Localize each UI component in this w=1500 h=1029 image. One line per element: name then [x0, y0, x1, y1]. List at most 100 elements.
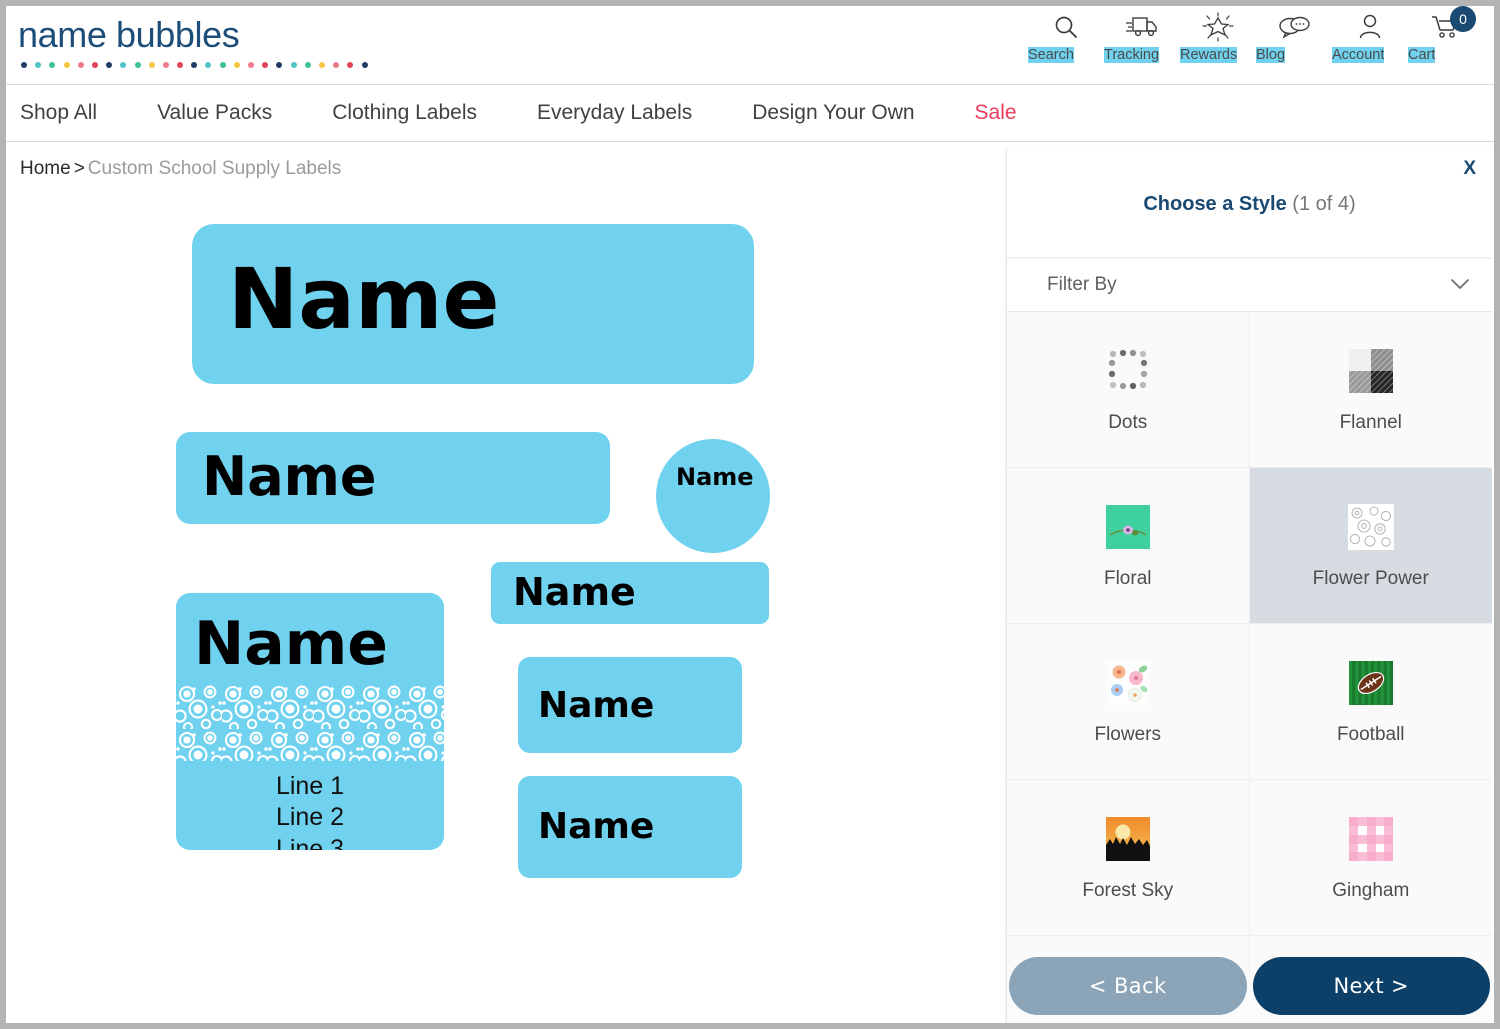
label-preview-1: Name	[192, 224, 754, 384]
logo-dot	[21, 62, 27, 68]
filter-by-dropdown[interactable]: Filter By	[1007, 258, 1492, 312]
flowers-thumb	[1103, 658, 1153, 708]
style-cell-dots[interactable]: Dots	[1007, 312, 1250, 468]
style-chooser-panel: X Choose a Style (1 of 4) Filter By Dots…	[1006, 148, 1492, 1023]
style-name-label: Flowers	[1094, 723, 1161, 745]
label-preview-area: Name Name Name Name Name Line 1 Line 2 L…	[6, 196, 996, 986]
label-name-text: Name	[538, 806, 655, 847]
flannel-thumb	[1346, 346, 1396, 396]
search-icon	[1028, 10, 1104, 44]
style-cell-football[interactable]: Football	[1249, 624, 1492, 780]
star-burst-icon	[1180, 10, 1256, 44]
nav-item-clothing-labels[interactable]: Clothing Labels	[332, 101, 477, 125]
close-icon[interactable]: X	[1463, 158, 1476, 180]
logo-dot	[318, 62, 325, 68]
header-rewards[interactable]: Rewards	[1180, 10, 1256, 63]
logo-dot	[233, 62, 240, 68]
logo-dot	[120, 62, 127, 68]
brand-logo-text: name bubbles	[18, 14, 240, 55]
header-blog[interactable]: Blog	[1256, 10, 1332, 63]
nav-item-sale[interactable]: Sale	[975, 101, 1017, 125]
breadcrumb-home[interactable]: Home	[20, 158, 71, 179]
gingham-thumb	[1346, 814, 1396, 864]
header-cart[interactable]: 0 Cart	[1408, 6, 1484, 63]
logo-dot	[177, 62, 184, 68]
label-name-text: Name	[228, 250, 500, 348]
label-preview-7: Name	[518, 776, 742, 878]
cart-count-badge: 0	[1450, 6, 1476, 32]
dots-thumb	[1103, 346, 1153, 396]
football-thumb	[1346, 658, 1396, 708]
style-name-label: Football	[1336, 723, 1405, 745]
filter-by-label: Filter By	[1047, 274, 1117, 295]
truck-icon	[1104, 10, 1180, 44]
logo-dot	[49, 62, 56, 68]
style-cell-flower-power[interactable]: Flower Power	[1249, 468, 1492, 624]
logo-dot	[134, 62, 141, 68]
logo-dot	[262, 62, 269, 68]
header-tracking[interactable]: Tracking	[1104, 10, 1180, 63]
site-header: name bubbles Search Tracking Rewards Blo…	[6, 6, 1494, 84]
label-line-2: Line 2	[275, 803, 345, 832]
logo-dot	[219, 62, 226, 68]
nav-item-everyday-labels[interactable]: Everyday Labels	[537, 101, 692, 125]
logo-dot	[361, 62, 368, 68]
label-preview-2: Name	[176, 432, 610, 524]
logo-dot	[290, 62, 297, 68]
logo-dot	[333, 62, 340, 68]
panel-title: Choose a Style (1 of 4)	[1007, 193, 1492, 216]
label-name-text: Name	[676, 463, 754, 491]
header-search-label: Search	[1028, 47, 1074, 63]
label-name-text: Name	[202, 445, 377, 508]
breadcrumb-separator: >	[73, 158, 85, 179]
logo-dot	[63, 62, 70, 68]
style-name-label: Dots	[1108, 411, 1148, 433]
back-button[interactable]: < Back	[1009, 957, 1247, 1015]
logo-dot	[35, 62, 42, 68]
chat-bubble-icon	[1256, 10, 1332, 44]
flower-power-thumb	[1346, 502, 1396, 552]
logo-dot	[248, 62, 254, 68]
panel-header: X Choose a Style (1 of 4)	[1007, 148, 1492, 258]
style-name-label: Flannel	[1339, 411, 1402, 433]
label-preview-6: Name	[518, 657, 742, 753]
style-name-label: Forest Sky	[1082, 879, 1174, 901]
nav-item-design-your-own[interactable]: Design Your Own	[752, 101, 914, 125]
header-blog-label: Blog	[1256, 47, 1286, 63]
panel-title-text: Choose a Style	[1143, 193, 1287, 215]
nav-item-shop-all[interactable]: Shop All	[20, 101, 97, 125]
header-icon-bar: Search Tracking Rewards Blog Account 0 C…	[1028, 6, 1484, 63]
logo-dot	[205, 62, 212, 68]
style-cell-flowers[interactable]: Flowers	[1007, 624, 1250, 780]
breadcrumb: Home > Custom School Supply Labels	[20, 158, 341, 180]
style-cell-forest-sky[interactable]: Forest Sky	[1007, 780, 1250, 936]
panel-footer: < Back Next >	[1007, 957, 1492, 1015]
chevron-down-icon	[1450, 274, 1470, 296]
main-navigation: Shop All Value Packs Clothing Labels Everyd…	[6, 84, 1494, 142]
logo-dot	[106, 62, 113, 68]
header-search[interactable]: Search	[1028, 10, 1104, 63]
style-cell-floral[interactable]: Floral	[1007, 468, 1250, 624]
style-name-label: Floral	[1103, 567, 1152, 589]
panel-step-counter: (1 of 4)	[1292, 193, 1356, 215]
label-preview-4: Name	[491, 562, 769, 624]
header-cart-label: Cart	[1408, 47, 1436, 63]
label-name-text: Name	[513, 570, 636, 614]
style-cell-flannel[interactable]: Flannel	[1249, 312, 1492, 468]
nav-item-value-packs[interactable]: Value Packs	[157, 101, 272, 125]
brand-logo[interactable]: name bubbles	[18, 14, 368, 68]
logo-dot	[77, 62, 84, 68]
style-cell-gingham[interactable]: Gingham	[1249, 780, 1492, 936]
header-rewards-label: Rewards	[1180, 47, 1238, 63]
header-account[interactable]: Account	[1332, 10, 1408, 63]
logo-dot	[191, 62, 198, 68]
forest-sky-thumb	[1103, 814, 1153, 864]
next-button[interactable]: Next >	[1252, 957, 1490, 1015]
label-preview-circle: Name	[656, 439, 770, 553]
logo-dot	[162, 62, 169, 68]
label-line-3: Line 3	[275, 834, 345, 851]
label-name-text: Name	[194, 609, 388, 679]
header-tracking-label: Tracking	[1104, 47, 1160, 63]
breadcrumb-current: Custom School Supply Labels	[87, 158, 342, 179]
label-multiline-block: Line 1 Line 2 Line 3	[176, 771, 444, 850]
